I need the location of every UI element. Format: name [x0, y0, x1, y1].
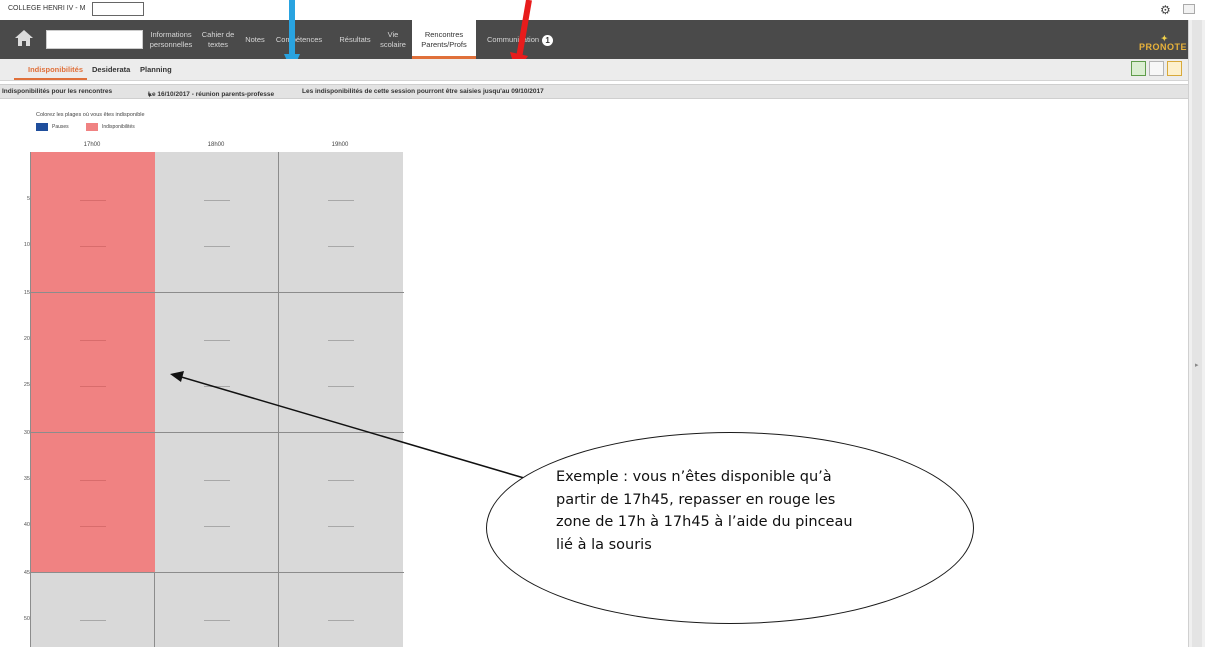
cell-placeholder-dash: [204, 200, 230, 201]
sub-tabs: Indisponibilités Desiderata Planning: [0, 59, 1188, 81]
row-label: 40: [23, 522, 30, 528]
print-pdf-icon[interactable]: [1167, 61, 1182, 76]
explanation-text: Exemple : vous n’êtes disponible qu’à pa…: [556, 469, 853, 553]
nav-item-resultats[interactable]: Résultats: [334, 27, 376, 53]
nav-item-vie-scolaire[interactable]: Vie scolaire: [380, 27, 406, 53]
legend-swatch-indisponibilites[interactable]: [86, 123, 98, 131]
legend-label-pauses: Pauses: [52, 124, 69, 130]
row-label: 25: [23, 382, 30, 388]
user-name-box: [46, 30, 143, 49]
cell-placeholder-dash: [204, 386, 230, 387]
cell-placeholder-dash: [328, 340, 354, 341]
legend-label-indisponibilites: Indisponibilités: [102, 124, 135, 130]
nav-item-cahier-de-textes[interactable]: Cahier de textes: [198, 27, 238, 53]
gear-icon[interactable]: ⚙: [1160, 3, 1171, 17]
row-label: 10: [23, 242, 30, 248]
quarter-hour-line: [31, 432, 404, 433]
cell-placeholder-dash: [204, 620, 230, 621]
window-title-bar: COLLEGE HENRI IV - M ⚙: [0, 0, 1205, 20]
cell-placeholder-dash: [80, 200, 106, 201]
email-icon[interactable]: [1149, 61, 1164, 76]
cell-placeholder-dash: [204, 246, 230, 247]
cell-placeholder-dash: [80, 526, 106, 527]
window-control[interactable]: [1183, 4, 1195, 14]
quarter-hour-line: [31, 572, 404, 573]
row-label: 30: [23, 430, 30, 436]
unavailable-block[interactable]: [31, 152, 155, 572]
cell-placeholder-dash: [204, 526, 230, 527]
row-label: 20: [23, 336, 30, 342]
cell-placeholder-dash: [204, 340, 230, 341]
home-icon[interactable]: [14, 28, 34, 48]
cell-placeholder-dash: [80, 386, 106, 387]
column-header: 17h00: [83, 142, 101, 148]
vertical-scrollbar[interactable]: ▸: [1188, 20, 1205, 647]
row-label: 15: [23, 290, 30, 296]
redacted-name-box: [92, 2, 144, 16]
scrollbar-thumb[interactable]: [1192, 20, 1202, 647]
nav-item-informations[interactable]: Informations personnelles: [148, 27, 194, 53]
cell-placeholder-dash: [328, 246, 354, 247]
row-label: 45: [23, 570, 30, 576]
session-filter-row: Indisponibilités pour les rencontres Le …: [0, 84, 1188, 99]
tab-indisponibilites[interactable]: Indisponibilités: [13, 65, 88, 80]
deadline-note: Les indisponibilités de cette session po…: [302, 88, 544, 95]
cell-placeholder-dash: [328, 620, 354, 621]
scroll-grip-icon[interactable]: ▸: [1195, 361, 1199, 369]
cell-placeholder-dash: [328, 386, 354, 387]
cell-placeholder-dash: [328, 526, 354, 527]
cell-placeholder-dash: [80, 480, 106, 481]
main-navigation: Informations personnelles Cahier de text…: [0, 20, 1188, 59]
notification-badge: 1: [542, 34, 554, 46]
legend-swatch-pauses[interactable]: [36, 123, 48, 131]
export-spreadsheet-icon[interactable]: [1131, 61, 1146, 76]
star-icon: ✦: [1161, 34, 1169, 43]
tab-desiderata[interactable]: Desiderata: [92, 65, 130, 74]
cell-placeholder-dash: [328, 200, 354, 201]
row-label: 50: [23, 616, 30, 622]
column-header: 18h00: [207, 142, 225, 148]
cell-placeholder-dash: [80, 340, 106, 341]
tab-planning[interactable]: Planning: [140, 65, 172, 74]
cell-placeholder-dash: [328, 480, 354, 481]
cell-placeholder-dash: [80, 246, 106, 247]
legend-title: Colorez les plages où vous êtes indispon…: [36, 112, 145, 118]
chevron-down-icon: ▾: [148, 92, 152, 99]
pronote-logo: PRONOTE ✦: [1139, 34, 1188, 52]
filter-label: Indisponibilités pour les rencontres: [2, 88, 113, 95]
column-header: 19h00: [331, 142, 349, 148]
cell-placeholder-dash: [80, 620, 106, 621]
nav-item-rencontres[interactable]: Rencontres Parents/Profs: [412, 20, 476, 59]
row-label: 35: [23, 476, 30, 482]
row-label: 5: [26, 196, 30, 202]
quarter-hour-line: [31, 292, 404, 293]
cell-placeholder-dash: [204, 480, 230, 481]
toolbar-icons: [1131, 61, 1182, 77]
window-title: COLLEGE HENRI IV - M: [8, 5, 86, 12]
nav-item-notes[interactable]: Notes: [244, 27, 266, 53]
availability-grid: [30, 152, 404, 647]
